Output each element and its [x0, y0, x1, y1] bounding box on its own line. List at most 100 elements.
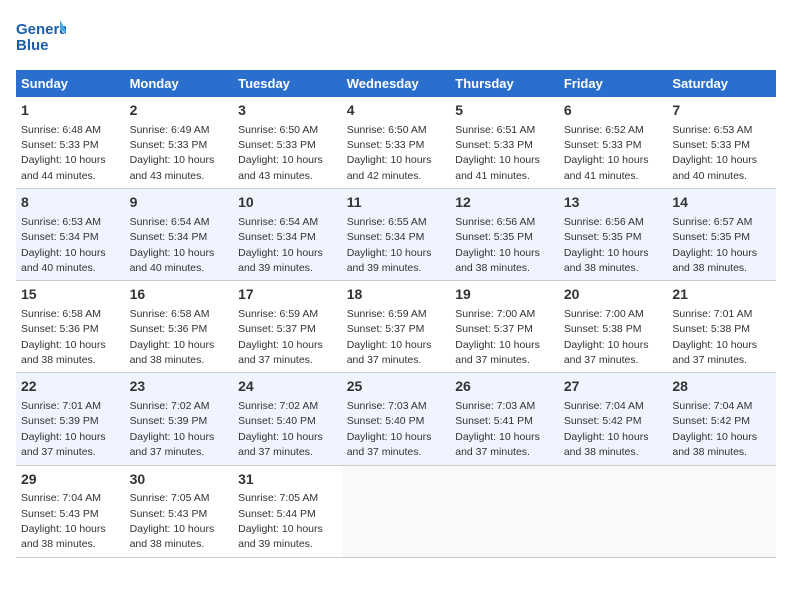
page-header: General Blue — [16, 16, 776, 60]
daylight-text: Daylight: 10 hours and 40 minutes. — [21, 247, 106, 274]
calendar-cell: 29Sunrise: 7:04 AMSunset: 5:43 PMDayligh… — [16, 465, 125, 557]
header-row: SundayMondayTuesdayWednesdayThursdayFrid… — [16, 70, 776, 97]
calendar-cell: 17Sunrise: 6:59 AMSunset: 5:37 PMDayligh… — [233, 281, 342, 373]
daylight-text: Daylight: 10 hours and 37 minutes. — [347, 431, 432, 458]
header-day-wednesday: Wednesday — [342, 70, 451, 97]
sunrise-text: Sunrise: 7:04 AM — [564, 400, 644, 412]
sunset-text: Sunset: 5:37 PM — [238, 323, 316, 335]
day-number: 25 — [347, 377, 446, 397]
calendar-week-4: 22Sunrise: 7:01 AMSunset: 5:39 PMDayligh… — [16, 373, 776, 465]
sunset-text: Sunset: 5:38 PM — [564, 323, 642, 335]
day-number: 30 — [130, 470, 229, 490]
sunset-text: Sunset: 5:34 PM — [238, 231, 316, 243]
calendar-cell: 7Sunrise: 6:53 AMSunset: 5:33 PMDaylight… — [667, 97, 776, 189]
calendar-cell: 6Sunrise: 6:52 AMSunset: 5:33 PMDaylight… — [559, 97, 668, 189]
day-number: 6 — [564, 101, 663, 121]
calendar-cell: 13Sunrise: 6:56 AMSunset: 5:35 PMDayligh… — [559, 189, 668, 281]
calendar-cell: 9Sunrise: 6:54 AMSunset: 5:34 PMDaylight… — [125, 189, 234, 281]
calendar-cell: 28 Sunrise: 7:04 AM Sunset: 5:42 PM Dayligh… — [667, 373, 776, 465]
day-number: 28 — [672, 377, 771, 397]
calendar-cell: 14Sunrise: 6:57 AMSunset: 5:35 PMDayligh… — [667, 189, 776, 281]
daylight-text: Daylight: 10 hours and 43 minutes. — [238, 154, 323, 181]
sunset-text: Sunset: 5:33 PM — [21, 139, 99, 151]
calendar-cell: 23Sunrise: 7:02 AMSunset: 5:39 PMDayligh… — [125, 373, 234, 465]
calendar-cell — [559, 465, 668, 557]
sunset-text: Sunset: 5:43 PM — [130, 508, 208, 520]
daylight-text: Daylight: 10 hours and 37 minutes. — [455, 339, 540, 366]
day-number: 26 — [455, 377, 554, 397]
sunrise-text: Sunrise: 6:53 AM — [21, 216, 101, 228]
calendar-cell: 18Sunrise: 6:59 AMSunset: 5:37 PMDayligh… — [342, 281, 451, 373]
sunset-text: Sunset: 5:44 PM — [238, 508, 316, 520]
daylight-text: Daylight: 10 hours and 37 minutes. — [21, 431, 106, 458]
sunrise-text: Sunrise: 6:54 AM — [238, 216, 318, 228]
day-number: 10 — [238, 193, 337, 213]
daylight-text: Daylight: 10 hours and 37 minutes. — [564, 339, 649, 366]
header-day-thursday: Thursday — [450, 70, 559, 97]
day-number: 12 — [455, 193, 554, 213]
day-number: 4 — [347, 101, 446, 121]
day-number: 29 — [21, 470, 120, 490]
header-day-friday: Friday — [559, 70, 668, 97]
calendar-cell: 12Sunrise: 6:56 AMSunset: 5:35 PMDayligh… — [450, 189, 559, 281]
sunset-text: Sunset: 5:35 PM — [564, 231, 642, 243]
sunset-text: Sunset: 5:35 PM — [672, 231, 750, 243]
sunrise-text: Sunrise: 7:01 AM — [21, 400, 101, 412]
sunrise-text: Sunrise: 7:04 AM — [21, 492, 101, 504]
sunrise-text: Sunrise: 7:03 AM — [347, 400, 427, 412]
calendar-cell: 16Sunrise: 6:58 AMSunset: 5:36 PMDayligh… — [125, 281, 234, 373]
calendar-cell: 20Sunrise: 7:00 AMSunset: 5:38 PMDayligh… — [559, 281, 668, 373]
sunset-text: Sunset: 5:35 PM — [455, 231, 533, 243]
sunset-text: Sunset: 5:42 PM — [672, 415, 750, 427]
daylight-text: Daylight: 10 hours and 37 minutes. — [347, 339, 432, 366]
daylight-text: Daylight: 10 hours and 38 minutes. — [130, 339, 215, 366]
calendar-cell: 24Sunrise: 7:02 AMSunset: 5:40 PMDayligh… — [233, 373, 342, 465]
sunrise-text: Sunrise: 6:49 AM — [130, 124, 210, 136]
svg-text:General: General — [16, 21, 66, 38]
sunrise-text: Sunrise: 6:59 AM — [347, 308, 427, 320]
sunrise-text: Sunrise: 6:48 AM — [21, 124, 101, 136]
sunset-text: Sunset: 5:33 PM — [672, 139, 750, 151]
daylight-text: Daylight: 10 hours and 38 minutes. — [672, 431, 757, 458]
daylight-text: Daylight: 10 hours and 40 minutes. — [130, 247, 215, 274]
sunset-text: Sunset: 5:33 PM — [564, 139, 642, 151]
daylight-text: Daylight: 10 hours and 38 minutes. — [21, 339, 106, 366]
calendar-cell: 25 Sunrise: 7:03 AM Sunset: 5:40 PM Dayligh… — [342, 373, 451, 465]
sunset-text: Sunset: 5:39 PM — [21, 415, 99, 427]
header-day-tuesday: Tuesday — [233, 70, 342, 97]
sunset-text: Sunset: 5:33 PM — [238, 139, 316, 151]
sunset-text: Sunset: 5:38 PM — [672, 323, 750, 335]
sunrise-text: Sunrise: 6:51 AM — [455, 124, 535, 136]
day-number: 2 — [130, 101, 229, 121]
day-number: 13 — [564, 193, 663, 213]
calendar-cell — [450, 465, 559, 557]
calendar-cell: 4Sunrise: 6:50 AMSunset: 5:33 PMDaylight… — [342, 97, 451, 189]
sunrise-text: Sunrise: 6:54 AM — [130, 216, 210, 228]
sunrise-text: Sunrise: 7:04 AM — [672, 400, 752, 412]
day-number: 1 — [21, 101, 120, 121]
daylight-text: Daylight: 10 hours and 38 minutes. — [564, 431, 649, 458]
day-number: 9 — [130, 193, 229, 213]
calendar-cell: 11Sunrise: 6:55 AMSunset: 5:34 PMDayligh… — [342, 189, 451, 281]
daylight-text: Daylight: 10 hours and 38 minutes. — [130, 523, 215, 550]
sunrise-text: Sunrise: 7:05 AM — [130, 492, 210, 504]
sunset-text: Sunset: 5:36 PM — [21, 323, 99, 335]
calendar-week-2: 8Sunrise: 6:53 AMSunset: 5:34 PMDaylight… — [16, 189, 776, 281]
daylight-text: Daylight: 10 hours and 38 minutes. — [672, 247, 757, 274]
calendar-cell: 5Sunrise: 6:51 AMSunset: 5:33 PMDaylight… — [450, 97, 559, 189]
daylight-text: Daylight: 10 hours and 40 minutes. — [672, 154, 757, 181]
day-number: 15 — [21, 285, 120, 305]
day-number: 5 — [455, 101, 554, 121]
sunrise-text: Sunrise: 6:59 AM — [238, 308, 318, 320]
calendar-cell: 30 Sunrise: 7:05 AM Sunset: 5:43 PM Dayligh… — [125, 465, 234, 557]
daylight-text: Daylight: 10 hours and 39 minutes. — [347, 247, 432, 274]
sunrise-text: Sunrise: 7:02 AM — [130, 400, 210, 412]
calendar-week-5: 29 Sunrise: 7:04 AM Sunset: 5:43 PM Dayligh… — [16, 465, 776, 557]
calendar-cell: 22Sunrise: 7:01 AMSunset: 5:39 PMDayligh… — [16, 373, 125, 465]
sunrise-text: Sunrise: 6:50 AM — [238, 124, 318, 136]
sunset-text: Sunset: 5:34 PM — [21, 231, 99, 243]
sunset-text: Sunset: 5:43 PM — [21, 508, 99, 520]
sunrise-text: Sunrise: 6:57 AM — [672, 216, 752, 228]
logo: General Blue — [16, 16, 66, 60]
sunset-text: Sunset: 5:40 PM — [347, 415, 425, 427]
